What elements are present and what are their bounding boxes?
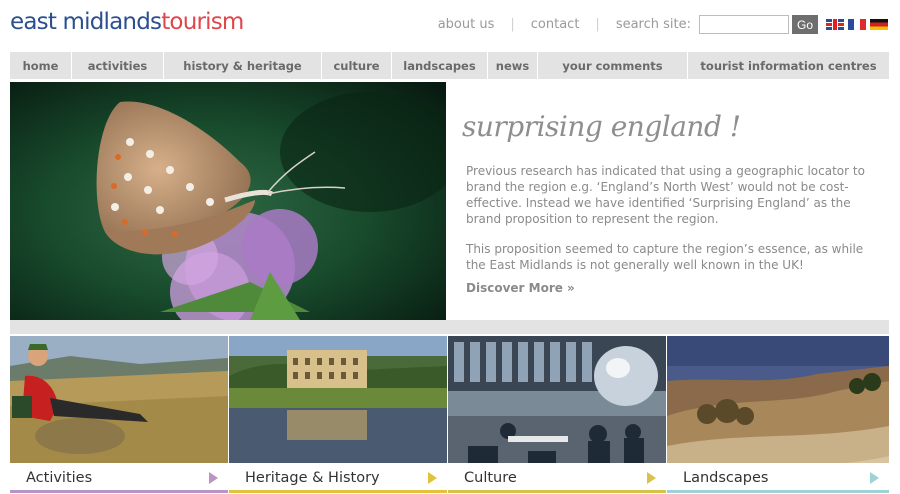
divider: | [510,17,515,32]
tile-activities-label: Activities [26,470,93,486]
uk-flag-icon[interactable] [826,19,844,30]
nav-item-news[interactable]: news [488,52,538,79]
hero-paragraph-1: Previous research has indicated that usi… [466,164,865,226]
divider-bar [10,320,889,334]
hero-butterfly-image [10,82,446,320]
germany-flag-icon[interactable] [870,19,888,30]
nav-item-tourist-information-centres[interactable]: tourist information centres [688,52,889,79]
top-links: about us | contact | search site: Go [438,15,900,34]
language-flags [826,19,888,30]
tile-landscapes-label: Landscapes [683,470,769,486]
logo-part-tourism: tourism [161,9,244,35]
divider: | [595,17,600,32]
site-logo[interactable]: east midlandstourism [10,9,244,35]
contact-link[interactable]: contact [531,17,580,32]
tile-activities-label-bar: Activities [10,463,228,493]
nav-item-culture[interactable]: culture [322,52,392,79]
discover-more-link[interactable]: Discover More » [466,281,575,295]
search-input[interactable] [699,15,789,34]
logo-part-east-midlands: east midlands [10,9,162,35]
main-nav: home activities history & heritage cultu… [10,52,889,79]
nav-item-landscapes[interactable]: landscapes [392,52,488,79]
tile-culture[interactable]: Culture [448,336,666,493]
nav-item-home[interactable]: home [10,52,72,79]
tile-activities[interactable]: Activities [10,336,228,493]
tile-accent-line [667,490,889,493]
tile-heritage-label-bar: Heritage & History [229,463,447,493]
play-arrow-icon [870,472,879,484]
nav-item-history-heritage[interactable]: history & heritage [164,52,322,79]
tile-landscapes[interactable]: Landscapes [667,336,889,493]
france-flag-icon[interactable] [848,19,866,30]
search-label: search site: [615,17,691,32]
play-arrow-icon [647,472,656,484]
hero-title: surprising england ! [462,110,741,143]
play-arrow-icon [209,472,218,484]
tile-culture-label: Culture [464,470,517,486]
go-button[interactable]: Go [792,15,818,34]
play-arrow-icon [428,472,437,484]
nav-item-your-comments[interactable]: your comments [538,52,688,79]
tile-heritage-label: Heritage & History [245,470,380,486]
hero-paragraph-2: This proposition seemed to capture the r… [466,242,864,272]
tile-accent-line [10,490,228,493]
nav-item-activities[interactable]: activities [72,52,164,79]
about-us-link[interactable]: about us [438,17,495,32]
tile-heritage-history[interactable]: Heritage & History [229,336,447,493]
tile-culture-label-bar: Culture [448,463,666,493]
tile-accent-line [229,490,447,493]
tile-accent-line [448,490,666,493]
tile-landscapes-label-bar: Landscapes [667,463,889,493]
hero-text-panel: surprising england ! Previous research h… [446,82,889,320]
